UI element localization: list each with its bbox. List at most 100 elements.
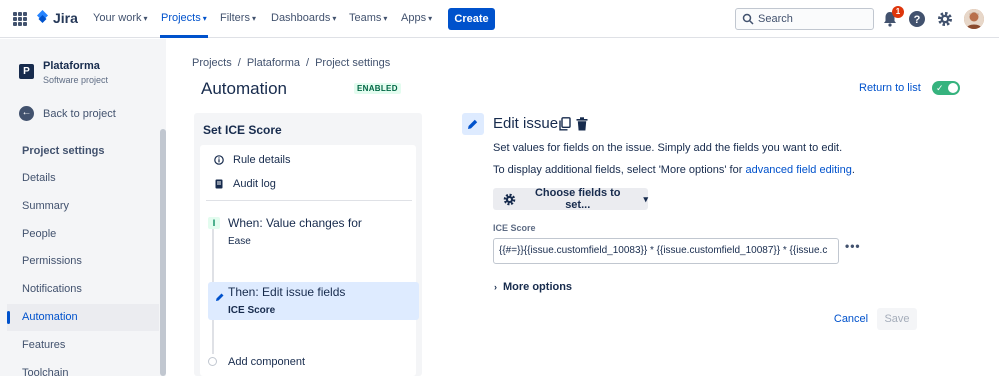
chevron-down-icon: ▾ bbox=[383, 14, 388, 23]
gear-icon bbox=[503, 193, 516, 205]
breadcrumb: Projects / Plataforma / Project settings bbox=[192, 57, 390, 69]
pencil-icon bbox=[216, 293, 224, 301]
more-options-toggle[interactable]: › More options bbox=[494, 281, 572, 293]
info-icon bbox=[214, 155, 224, 165]
nav-label: Apps bbox=[401, 12, 427, 24]
chevron-down-icon: ▾ bbox=[332, 14, 337, 23]
search-icon bbox=[742, 13, 754, 25]
rule-title: Set ICE Score bbox=[203, 123, 282, 137]
rule-card: Rule details Audit log I When: Value cha… bbox=[200, 145, 419, 376]
nav-label: Filters bbox=[220, 12, 250, 24]
more-actions-icon[interactable]: ••• bbox=[845, 239, 861, 253]
pencil-icon bbox=[468, 119, 478, 129]
nav-your-work[interactable]: Your work ▾ bbox=[93, 12, 148, 24]
nav-filters[interactable]: Filters ▾ bbox=[220, 12, 256, 24]
rule-details-link[interactable]: Rule details bbox=[214, 154, 290, 166]
create-button[interactable]: Create bbox=[448, 8, 495, 30]
chevron-down-icon: ▾ bbox=[202, 14, 207, 23]
value-changed-trigger-icon: I bbox=[208, 217, 220, 229]
chevron-down-icon: ▾ bbox=[428, 14, 433, 23]
audit-log-icon bbox=[215, 179, 223, 189]
nav-label: Teams bbox=[349, 12, 382, 24]
rule-panel: Set ICE Score Rule details Audit log I W… bbox=[194, 113, 422, 376]
svg-text:?: ? bbox=[914, 14, 921, 26]
back-link-label: Back to project bbox=[43, 107, 116, 120]
project-type: Software project bbox=[43, 75, 109, 85]
settings-icon[interactable] bbox=[936, 10, 954, 28]
choose-fields-label: Choose fields to set... bbox=[534, 187, 621, 211]
return-to-list-link[interactable]: Return to list bbox=[859, 82, 921, 94]
trigger-subtitle: Ease bbox=[228, 236, 251, 247]
nav-label: Dashboards bbox=[271, 12, 331, 24]
rule-enabled-toggle[interactable]: ✓ bbox=[932, 81, 960, 95]
sidebar-scrollbar[interactable] bbox=[160, 129, 166, 376]
audit-log-link[interactable]: Audit log bbox=[214, 178, 276, 190]
sidebar-item-permissions[interactable]: Permissions bbox=[7, 248, 159, 275]
sidebar-item-people[interactable]: People bbox=[7, 221, 159, 248]
breadcrumb-separator: / bbox=[306, 57, 310, 69]
trash-icon[interactable] bbox=[576, 117, 588, 131]
chevron-right-icon: › bbox=[494, 282, 497, 292]
jira-logo-icon bbox=[37, 10, 48, 23]
top-navigation: Jira Your work ▾ Projects ▾ Filters ▾ Dashb… bbox=[0, 0, 999, 38]
check-icon: ✓ bbox=[936, 83, 944, 93]
hint-suffix: . bbox=[851, 164, 855, 176]
advanced-field-editing-link[interactable]: advanced field editing bbox=[745, 164, 851, 176]
help-icon[interactable]: ? bbox=[908, 10, 926, 28]
user-avatar[interactable] bbox=[964, 9, 984, 29]
avatar-image bbox=[964, 9, 984, 29]
nav-label: Your work bbox=[93, 12, 142, 24]
jira-logo[interactable]: Jira bbox=[36, 10, 78, 26]
editor-description: Set values for fields on the issue. Simp… bbox=[493, 142, 843, 154]
breadcrumb-project-settings[interactable]: Project settings bbox=[315, 57, 390, 69]
copy-icon[interactable] bbox=[559, 117, 571, 131]
project-name[interactable]: Plataforma bbox=[43, 60, 100, 72]
action-title[interactable]: Then: Edit issue fields bbox=[228, 285, 345, 299]
sidebar-item-toolchain[interactable]: Toolchain bbox=[7, 360, 159, 376]
status-badge: ENABLED bbox=[354, 83, 401, 94]
cancel-button[interactable]: Cancel bbox=[830, 309, 872, 329]
more-options-label: More options bbox=[503, 281, 573, 293]
notification-count-badge: 1 bbox=[892, 6, 904, 18]
sidebar-item-automation[interactable]: Automation bbox=[7, 304, 159, 331]
chevron-down-icon: ▾ bbox=[643, 193, 649, 204]
sidebar-item-summary[interactable]: Summary bbox=[7, 193, 159, 220]
choose-fields-button[interactable]: Choose fields to set... ▾ bbox=[493, 187, 649, 211]
active-nav-indicator bbox=[160, 35, 208, 38]
nav-teams[interactable]: Teams ▾ bbox=[349, 12, 387, 24]
chevron-down-icon: ▾ bbox=[251, 14, 256, 23]
app-switcher-icon[interactable] bbox=[13, 12, 27, 26]
logo-text: Jira bbox=[53, 10, 78, 26]
rule-details-label: Rule details bbox=[233, 154, 291, 166]
add-component-dot-icon bbox=[208, 357, 217, 366]
ice-score-field[interactable]: {{#=}}{{issue.customfield_10083}} * {{is… bbox=[493, 238, 839, 264]
toggle-knob bbox=[948, 83, 958, 93]
arrow-left-icon: ← bbox=[19, 106, 34, 121]
breadcrumb-project[interactable]: Plataforma bbox=[247, 57, 300, 69]
ice-score-label: ICE Score bbox=[493, 223, 536, 233]
project-sidebar: P Plataforma Software project ← Back to … bbox=[0, 39, 166, 376]
nav-label: Projects bbox=[161, 12, 201, 24]
back-to-project-link[interactable]: ← Back to project bbox=[19, 106, 116, 121]
search-box[interactable] bbox=[735, 8, 874, 30]
search-input[interactable] bbox=[758, 11, 868, 27]
add-component-link[interactable]: Add component bbox=[228, 356, 305, 368]
audit-log-label: Audit log bbox=[233, 178, 276, 190]
sidebar-item-notifications[interactable]: Notifications bbox=[7, 276, 159, 303]
sidebar-item-details[interactable]: Details bbox=[7, 165, 159, 192]
chevron-down-icon: ▾ bbox=[143, 14, 148, 23]
project-avatar: P bbox=[19, 64, 34, 79]
trigger-title[interactable]: When: Value changes for bbox=[228, 216, 362, 230]
nav-apps[interactable]: Apps ▾ bbox=[401, 12, 432, 24]
page-title: Automation bbox=[201, 79, 287, 98]
hint-text: To display additional fields, select 'Mo… bbox=[493, 164, 746, 176]
breadcrumb-separator: / bbox=[237, 57, 241, 69]
nav-projects[interactable]: Projects ▾ bbox=[161, 12, 207, 24]
save-button[interactable]: Save bbox=[877, 308, 917, 330]
action-subtitle: ICE Score bbox=[228, 305, 276, 316]
nav-dashboards[interactable]: Dashboards ▾ bbox=[271, 12, 336, 24]
editor-hint: To display additional fields, select 'Mo… bbox=[493, 164, 855, 176]
sidebar-item-features[interactable]: Features bbox=[7, 332, 159, 359]
breadcrumb-projects[interactable]: Projects bbox=[192, 57, 232, 69]
edit-issue-icon bbox=[462, 113, 484, 135]
